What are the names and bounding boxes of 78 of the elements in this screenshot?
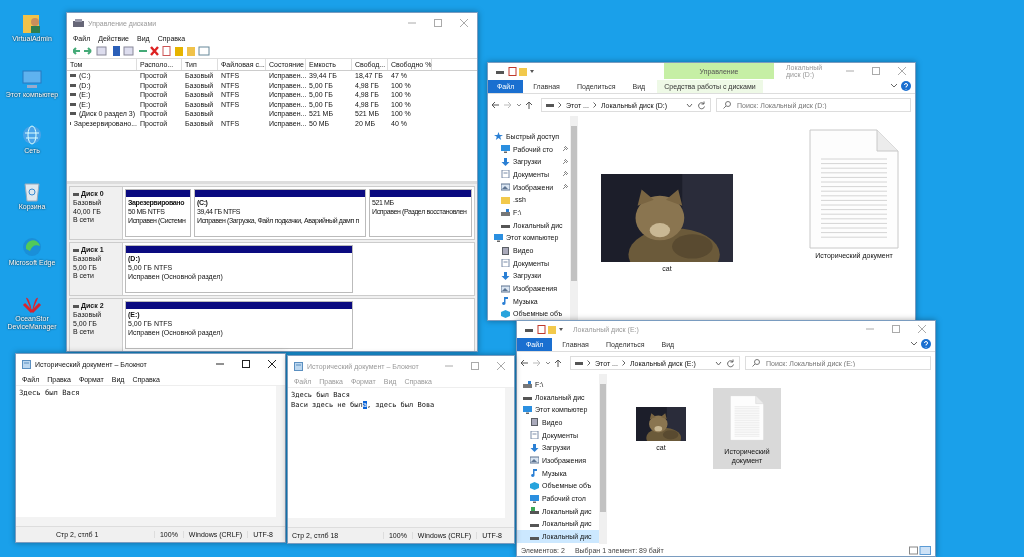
download-arrow-icon [501, 271, 510, 280]
folder-icon [501, 195, 510, 204]
scrollbar[interactable] [599, 374, 607, 544]
notepad-icon [294, 361, 303, 371]
monitor-icon [494, 233, 503, 242]
minimize-icon [846, 67, 854, 75]
film-icon [530, 418, 539, 427]
film-icon [501, 246, 510, 255]
chevron-icon [621, 360, 626, 366]
dropdown-icon[interactable] [686, 102, 693, 108]
recycle-bin-icon [21, 180, 43, 202]
chevron-icon [592, 102, 597, 108]
picture-icon [530, 456, 539, 465]
cube-icon [530, 481, 539, 490]
maximize-icon [892, 325, 900, 333]
minimize-icon [408, 19, 416, 27]
close-icon [898, 67, 906, 75]
monitor-icon [523, 405, 532, 414]
scrollbar[interactable] [570, 116, 578, 320]
minimize-icon [866, 325, 874, 333]
monitor-icon [530, 494, 539, 503]
search-icon [723, 101, 731, 109]
music-note-icon [530, 469, 539, 478]
globe-icon [21, 124, 43, 146]
view-toggle-icon[interactable] [909, 545, 931, 555]
music-note-icon [501, 297, 510, 306]
notepad-icon [22, 359, 31, 369]
maximize-icon [872, 67, 880, 75]
close-icon [268, 360, 276, 368]
chevron-icon [910, 341, 918, 347]
search-icon [752, 359, 760, 367]
scrollbar[interactable] [505, 388, 514, 518]
drive-icon [73, 192, 79, 196]
document-icon [530, 431, 539, 440]
drive-icon [523, 380, 532, 389]
help-icon[interactable] [901, 81, 911, 91]
minimize-icon [216, 360, 224, 368]
pin-icon [562, 171, 568, 178]
help-icon[interactable] [921, 339, 931, 349]
download-arrow-icon [530, 443, 539, 452]
close-icon [460, 19, 468, 27]
drive-icon [530, 507, 539, 516]
maximize-icon [471, 362, 479, 370]
chevron-icon [558, 102, 562, 108]
document-icon [501, 170, 510, 179]
scrollbar[interactable] [16, 517, 285, 526]
close-icon [497, 362, 505, 370]
picture-icon [501, 284, 510, 293]
drive-icon [73, 304, 79, 308]
drive-icon [575, 360, 583, 366]
pin-icon [562, 184, 568, 191]
drive-icon [501, 208, 510, 217]
chevron-icon [890, 83, 898, 89]
document-icon [501, 259, 510, 268]
drive-icon [546, 102, 554, 108]
browser-icon [21, 236, 43, 258]
picture-icon [501, 183, 510, 192]
document-icon [809, 129, 899, 249]
maximize-icon [434, 19, 442, 27]
drive-icon [73, 248, 79, 252]
scrollbar[interactable] [276, 386, 285, 517]
user-folder-icon [21, 12, 43, 34]
star-icon [494, 132, 503, 141]
maximize-icon [242, 360, 250, 368]
refresh-icon[interactable] [726, 358, 735, 368]
document-icon [730, 395, 764, 441]
cube-icon [501, 309, 510, 318]
refresh-icon[interactable] [697, 100, 706, 110]
monitor-icon [21, 68, 43, 90]
chevron-icon [587, 360, 591, 366]
pin-icon [562, 146, 568, 153]
monitor-icon [501, 145, 510, 154]
scrollbar[interactable] [288, 518, 514, 527]
download-arrow-icon [501, 157, 510, 166]
pin-icon [562, 158, 568, 165]
minimize-icon [445, 362, 453, 370]
close-icon [918, 325, 926, 333]
dropdown-icon[interactable] [715, 360, 722, 366]
